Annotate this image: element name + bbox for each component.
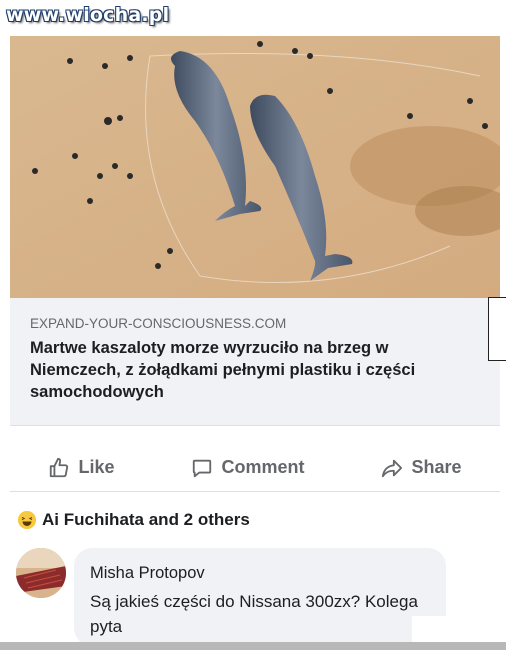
share-label: Share [411, 457, 462, 477]
whale-beach-image [10, 36, 500, 298]
comment-button[interactable]: Comment [191, 457, 305, 479]
link-title[interactable]: Martwe kaszaloty morze wyrzuciło na brze… [30, 337, 480, 403]
post-photo[interactable] [10, 36, 500, 298]
comment-bubble-icon [193, 459, 212, 477]
laughing-emoji-icon [18, 511, 36, 529]
bottom-divider [0, 642, 506, 650]
link-preview-card[interactable]: EXPAND-YOUR-CONSCIOUSNESS.COM Martwe kas… [10, 298, 500, 426]
share-arrow-icon [382, 459, 403, 477]
comment-item: Misha Protopov Są jakieś części do Nissa… [16, 548, 446, 646]
comment-author[interactable]: Misha Protopov [90, 564, 430, 583]
comment-text: Są jakieś części do Nissana 300zx? Koleg… [90, 592, 418, 636]
comment-bubble: Misha Protopov Są jakieś części do Nissa… [74, 548, 446, 646]
share-button[interactable]: Share [381, 457, 462, 479]
edge-artifact [488, 297, 506, 361]
like-label: Like [78, 457, 115, 477]
post-actions-bar: Like Comment Share [10, 444, 500, 492]
watermark: www.wiocha.pl [6, 4, 170, 26]
comment-label: Comment [221, 457, 305, 477]
avatar[interactable] [16, 548, 66, 598]
reactions-summary[interactable]: Ai Fuchihata and 2 others [18, 508, 250, 532]
thumbs-up-icon [50, 457, 69, 477]
like-button[interactable]: Like [48, 457, 115, 479]
reactions-text: Ai Fuchihata and 2 others [42, 510, 250, 529]
link-domain: EXPAND-YOUR-CONSCIOUSNESS.COM [30, 316, 287, 331]
